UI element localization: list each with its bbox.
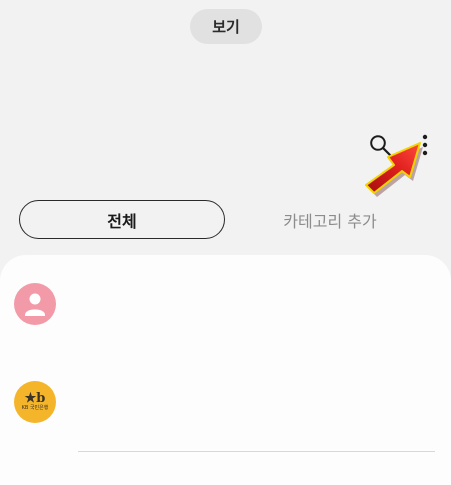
kb-star-mark: ★b — [24, 390, 46, 406]
person-icon — [25, 293, 45, 316]
view-button[interactable]: 보기 — [190, 9, 262, 44]
avatar[interactable] — [14, 283, 56, 325]
tab-add-category[interactable]: 카테고리 추가 — [240, 200, 420, 239]
kb-bank-logo-avatar[interactable]: ★b KB 국민은행 — [14, 381, 56, 423]
tab-all[interactable]: 전체 — [19, 200, 225, 239]
kb-logo-text: KB 국민은행 — [21, 404, 49, 411]
list-divider — [78, 451, 435, 452]
pointer-arrow-icon — [365, 142, 423, 197]
